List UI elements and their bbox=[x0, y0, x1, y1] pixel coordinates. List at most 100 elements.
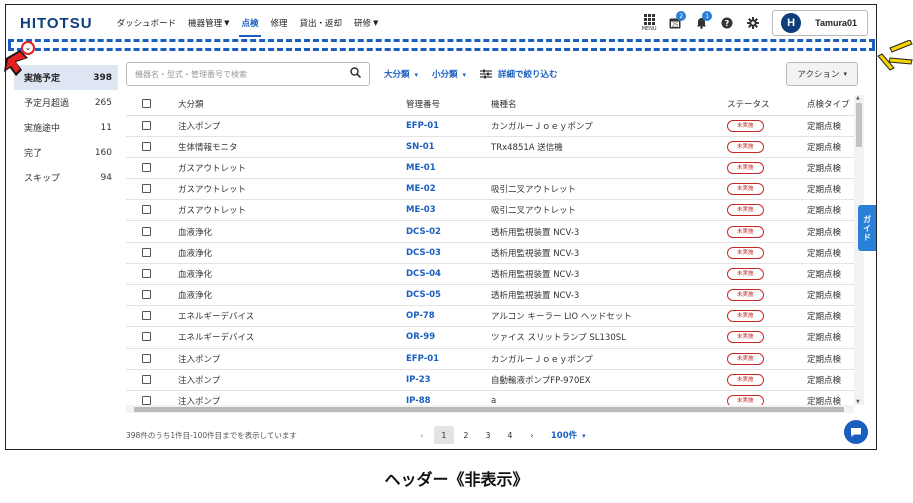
help-icon: ? bbox=[721, 17, 733, 29]
notification-button[interactable]: 1 bbox=[690, 11, 713, 35]
scroll-up-icon[interactable]: ▲ bbox=[856, 95, 860, 101]
category-cell: エネルギーデバイス bbox=[178, 305, 406, 328]
category-cell: 注入ポンプ bbox=[178, 348, 406, 370]
status-cell: 未実施 bbox=[727, 242, 807, 264]
table-row[interactable]: 注入ポンプ EFP-01 カンガルーＪｏｅｙポンプ 未実施 定期点検 bbox=[126, 115, 864, 137]
code-link[interactable]: EFP-01 bbox=[406, 115, 491, 137]
code-link[interactable]: EFP-01 bbox=[406, 348, 491, 370]
table-row[interactable]: エネルギーデバイス OP-78 アルコン キーラー LIO ヘッドセット 未実施 定期点… bbox=[126, 305, 864, 328]
row-checkbox[interactable] bbox=[142, 332, 151, 342]
detail-filter-button[interactable]: 詳細で絞り込む bbox=[480, 68, 558, 80]
sidebar-item-skipped[interactable]: スキップ 94 bbox=[14, 165, 118, 190]
code-link[interactable]: ME-02 bbox=[406, 178, 491, 201]
next-page-icon[interactable]: › bbox=[522, 426, 542, 444]
sidebar-item-overdue[interactable]: 予定月超過 265 bbox=[14, 90, 118, 115]
table-row[interactable]: 血液浄化 DCS-05 透析用監視装置 NCV-3 未実施 定期点検 bbox=[126, 284, 864, 307]
column-header-code[interactable]: 管理番号 bbox=[406, 93, 491, 116]
logo[interactable]: HITOTSU bbox=[20, 15, 93, 32]
prev-page-icon[interactable]: ‹ bbox=[412, 426, 432, 444]
row-checkbox[interactable] bbox=[142, 184, 151, 194]
chat-button[interactable] bbox=[844, 420, 868, 444]
settings-button[interactable] bbox=[742, 11, 764, 35]
row-select-cell bbox=[126, 136, 178, 158]
row-checkbox[interactable] bbox=[142, 353, 151, 363]
table-row[interactable]: 生体情報モニタ SN-01 TRx4851A 送信機 未実施 定期点検 bbox=[126, 136, 864, 158]
row-checkbox[interactable] bbox=[142, 374, 151, 384]
code-link[interactable]: IP-88 bbox=[406, 390, 491, 405]
model-cell: カンガルーＪｏｅｙポンプ bbox=[491, 348, 727, 370]
column-header-model[interactable]: 機種名 bbox=[491, 93, 727, 116]
code-link[interactable]: DCS-02 bbox=[406, 220, 491, 243]
code-link[interactable]: OP-78 bbox=[406, 305, 491, 328]
row-checkbox[interactable] bbox=[142, 120, 151, 130]
table-footer: 398件のうち1件目-100件目までを表示しています ‹ 1 2 3 4 › 1… bbox=[126, 423, 870, 447]
code-link[interactable]: DCS-03 bbox=[406, 242, 491, 264]
table-row[interactable]: 血液浄化 DCS-03 透析用監視装置 NCV-3 未実施 定期点検 bbox=[126, 242, 864, 264]
page-3-button[interactable]: 3 bbox=[478, 426, 498, 444]
code-link[interactable]: OR-99 bbox=[406, 326, 491, 349]
model-cell: 吸引二叉アウトレット bbox=[491, 178, 727, 201]
row-checkbox[interactable] bbox=[142, 141, 151, 151]
nav-lending[interactable]: 貸出・返却 bbox=[294, 5, 349, 41]
page-1-button[interactable]: 1 bbox=[433, 426, 454, 444]
row-checkbox[interactable] bbox=[142, 226, 151, 236]
table-row[interactable]: 注入ポンプ IP-88 a 未実施 定期点検 bbox=[126, 390, 864, 405]
row-checkbox[interactable] bbox=[142, 205, 151, 215]
search-icon[interactable] bbox=[350, 67, 362, 81]
scroll-down-icon[interactable]: ▼ bbox=[856, 399, 860, 405]
table-row[interactable]: 注入ポンプ EFP-01 カンガルーＪｏｅｙポンプ 未実施 定期点検 bbox=[126, 348, 864, 370]
code-link[interactable]: IP-23 bbox=[406, 369, 491, 391]
table-row[interactable]: 血液浄化 DCS-02 透析用監視装置 NCV-3 未実施 定期点検 bbox=[126, 220, 864, 243]
table-row[interactable]: ガスアウトレット ME-01 未実施 定期点検 bbox=[126, 157, 864, 180]
table-row[interactable]: 注入ポンプ IP-23 自動輸液ポンプFP-970EX 未実施 定期点検 bbox=[126, 369, 864, 391]
status-badge: 未実施 bbox=[727, 140, 764, 153]
sidebar-item-in-progress[interactable]: 実施途中 11 bbox=[14, 115, 118, 140]
column-header-status[interactable]: ステータス bbox=[727, 93, 807, 116]
code-link[interactable]: DCS-05 bbox=[406, 284, 491, 307]
table-row[interactable]: エネルギーデバイス OR-99 ツァイス スリットランプ SL130SL 未実施 定期点… bbox=[126, 326, 864, 349]
nav-equipment-label: 機器管理 bbox=[188, 19, 223, 29]
code-link[interactable]: ME-03 bbox=[406, 199, 491, 222]
sidebar-item-label: スキップ bbox=[24, 174, 61, 184]
table-row[interactable]: ガスアウトレット ME-02 吸引二叉アウトレット 未実施 定期点検 bbox=[126, 178, 864, 201]
nav-inspection[interactable]: 点検 bbox=[235, 5, 264, 41]
nav-repair[interactable]: 修理 bbox=[265, 5, 294, 41]
menu-button[interactable]: MENU bbox=[638, 11, 660, 35]
row-checkbox[interactable] bbox=[142, 311, 151, 321]
row-checkbox[interactable] bbox=[142, 290, 151, 300]
per-page-label: 100件 bbox=[550, 431, 578, 441]
nav-equipment[interactable]: 機器管理 ▼ bbox=[182, 5, 235, 41]
page-2-button[interactable]: 2 bbox=[456, 426, 476, 444]
nav-training[interactable]: 研修 ▼ bbox=[348, 5, 384, 41]
major-category-filter[interactable]: 大分類 ▾ bbox=[384, 68, 418, 80]
table-row[interactable]: 血液浄化 DCS-04 透析用監視装置 NCV-3 未実施 定期点検 bbox=[126, 263, 864, 286]
help-button[interactable]: ? bbox=[716, 11, 738, 35]
code-link[interactable]: ME-01 bbox=[406, 157, 491, 180]
row-checkbox[interactable] bbox=[142, 247, 151, 257]
code-link[interactable]: DCS-04 bbox=[406, 263, 491, 286]
horizontal-scrollbar[interactable] bbox=[126, 405, 854, 413]
table-row[interactable]: ガスアウトレット ME-03 吸引二叉アウトレット 未実施 定期点検 bbox=[126, 199, 864, 222]
caret-down-icon: ▾ bbox=[462, 71, 466, 79]
horizontal-scroll-thumb[interactable] bbox=[134, 407, 844, 412]
menu-label: MENU bbox=[641, 26, 657, 32]
action-dropdown[interactable]: アクション ▾ bbox=[786, 62, 858, 86]
row-checkbox[interactable] bbox=[142, 396, 151, 405]
row-checkbox[interactable] bbox=[142, 162, 151, 172]
page-4-button[interactable]: 4 bbox=[500, 426, 520, 444]
status-cell: 未実施 bbox=[727, 115, 807, 137]
select-all-checkbox[interactable] bbox=[142, 98, 151, 108]
nav-lending-label: 貸出・返却 bbox=[299, 19, 343, 29]
row-checkbox[interactable] bbox=[142, 268, 151, 278]
vertical-scroll-thumb[interactable] bbox=[856, 103, 862, 147]
column-header-category[interactable]: 大分類 bbox=[178, 93, 406, 116]
search-input[interactable] bbox=[135, 69, 350, 79]
sidebar-item-completed[interactable]: 完了 160 bbox=[14, 140, 118, 165]
user-menu-button[interactable]: H Tamura01 bbox=[772, 10, 868, 36]
calendar-button[interactable]: 25 2 bbox=[664, 11, 687, 35]
nav-dashboard[interactable]: ダッシュボード bbox=[111, 5, 183, 41]
guide-tab[interactable]: ガイド bbox=[858, 205, 876, 251]
code-link[interactable]: SN-01 bbox=[406, 136, 491, 158]
per-page-dropdown[interactable]: 100件 ▾ bbox=[551, 429, 586, 441]
minor-category-filter[interactable]: 小分類 ▾ bbox=[432, 68, 466, 80]
